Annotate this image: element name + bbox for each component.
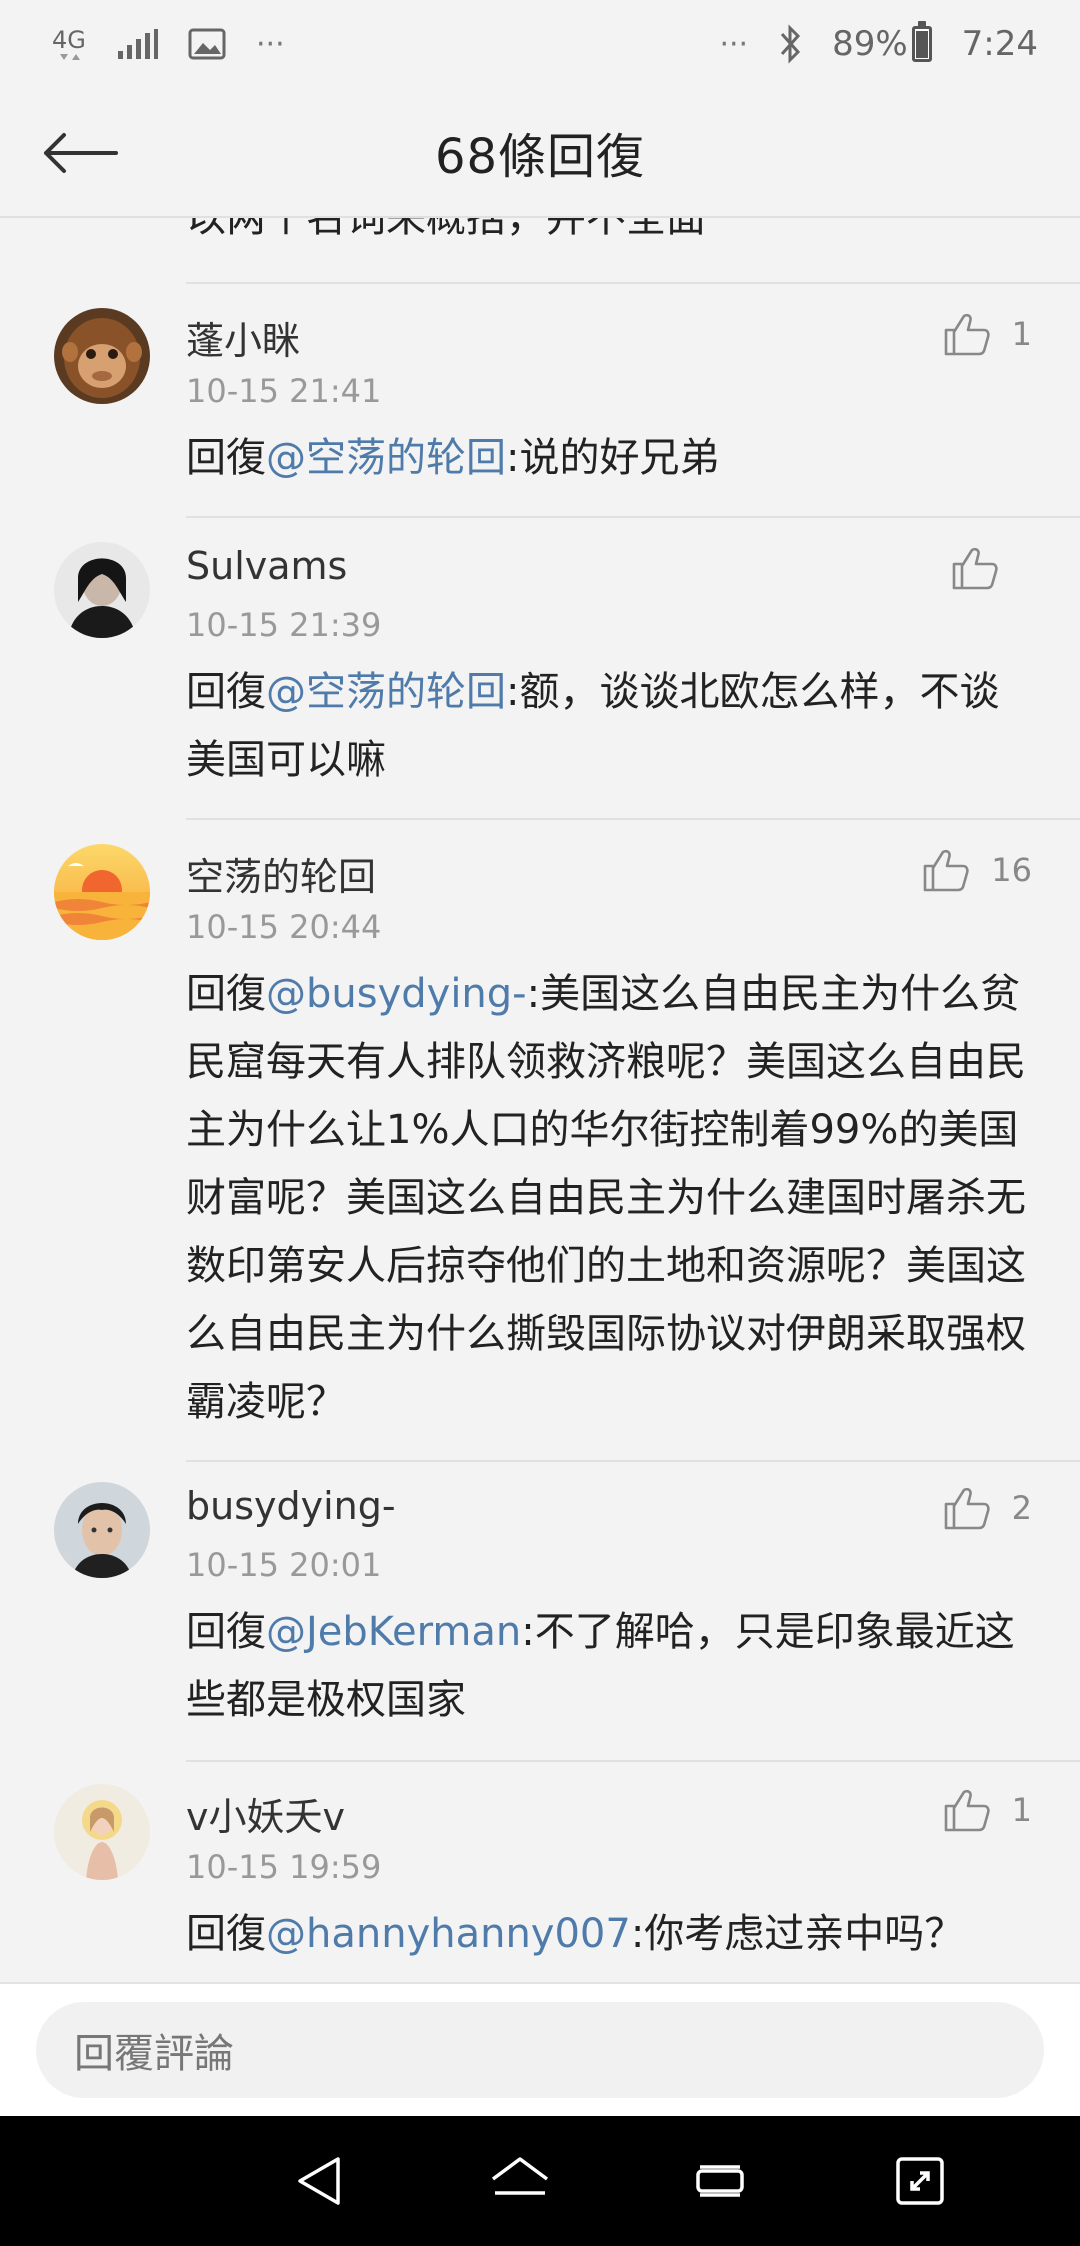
comment-username[interactable]: v小妖夭v — [186, 1786, 345, 1841]
nav-home-button[interactable] — [475, 2136, 565, 2226]
comment-body: 回復@JebKerman:不了解哈，只是印象最近这些都是极权国家 — [186, 1598, 1036, 1734]
like-count: 1 — [1011, 315, 1032, 353]
reply-prefix: 回復 — [186, 669, 266, 715]
avatar[interactable] — [54, 1482, 150, 1578]
comment-timestamp: 10-15 20:01 — [186, 1546, 382, 1584]
comment-text: :美国这么自由民主为什么贫民窟每天有人排队领救济粮呢？美国这么自由民主为什么让1… — [186, 971, 1026, 1425]
avatar[interactable] — [54, 844, 150, 940]
comment-text: :你考虑过亲中吗？ — [630, 1911, 965, 1957]
thumbs-up-icon — [952, 547, 998, 590]
comment-timestamp: 10-15 21:41 — [186, 372, 382, 410]
like-button[interactable] — [950, 546, 1020, 590]
status-right: ··· 89% 7:24 — [719, 21, 1038, 64]
like-button[interactable]: 1 — [942, 312, 1032, 356]
back-arrow-icon — [44, 133, 118, 173]
mention-link[interactable]: @JebKerman — [266, 1609, 521, 1655]
comment-timestamp: 10-15 19:59 — [186, 1848, 382, 1886]
battery-percent: 89% — [832, 24, 908, 64]
clock: 7:24 — [961, 24, 1038, 64]
expand-icon — [896, 2157, 944, 2205]
signal-icon — [118, 29, 158, 59]
network-4g-icon: 4G — [52, 24, 88, 64]
nav-back-button[interactable] — [275, 2136, 365, 2226]
comment-body: 回復@busydying-:美国这么自由民主为什么贫民窟每天有人排队领救济粮呢？… — [186, 960, 1036, 1436]
comment-item: 蓬小眯 10-15 21:41 1 回復@空荡的轮回:说的好兄弟 — [0, 284, 1080, 516]
bluetooth-icon — [778, 24, 802, 64]
comment-item: v小妖夭v 10-15 19:59 1 回復@hannyhanny007:你考虑… — [0, 1760, 1080, 1982]
battery-icon — [911, 21, 932, 62]
thumbs-up-icon — [944, 1487, 990, 1530]
mention-link[interactable]: @空荡的轮回 — [266, 669, 506, 715]
thumbs-up-icon — [944, 1789, 990, 1832]
like-count: 1 — [1011, 1791, 1032, 1829]
comment-body: 回復@hannyhanny007:你考虑过亲中吗？ — [186, 1900, 1036, 1968]
partial-comment-text: 以两个名词来概括，并不全面 — [186, 218, 706, 241]
reply-comment-input[interactable]: 回覆評論 — [36, 2002, 1044, 2098]
status-bar: 4G ··· ··· 89% 7:24 — [0, 0, 1080, 88]
nav-recents-icon — [696, 2165, 744, 2197]
reply-bar: 回覆評論 — [0, 1982, 1080, 2116]
reply-prefix: 回復 — [186, 1609, 266, 1655]
like-button[interactable]: 16 — [921, 848, 1032, 892]
comment-body: 回復@空荡的轮回:说的好兄弟 — [186, 424, 1036, 492]
comment-timestamp: 10-15 20:44 — [186, 908, 382, 946]
mention-link[interactable]: @hannyhanny007 — [266, 1911, 631, 1957]
mention-link[interactable]: @空荡的轮回 — [266, 435, 506, 481]
avatar[interactable] — [54, 1784, 150, 1880]
reply-prefix: 回復 — [186, 435, 266, 481]
comment-username[interactable]: Sulvams — [186, 544, 347, 588]
more-status-icon: ··· — [719, 26, 749, 62]
comment-item: busydying- 10-15 20:01 2 回復@JebKerman:不了… — [0, 1458, 1080, 1760]
system-navigation-bar — [0, 2116, 1080, 2246]
reply-prefix: 回復 — [186, 971, 266, 1017]
like-button[interactable]: 1 — [942, 1788, 1032, 1832]
svg-text:4G: 4G — [52, 26, 86, 54]
comment-username[interactable]: busydying- — [186, 1484, 396, 1528]
header: 68條回復 — [0, 88, 1080, 218]
comment-username[interactable]: 蓬小眯 — [186, 310, 300, 365]
thumbs-up-icon — [923, 849, 969, 892]
mention-link[interactable]: @busydying- — [266, 971, 527, 1017]
more-notifications-icon: ··· — [256, 26, 285, 62]
nav-home-icon — [491, 2157, 549, 2195]
like-button[interactable]: 2 — [942, 1486, 1032, 1530]
reply-prefix: 回復 — [186, 1911, 266, 1957]
avatar[interactable] — [54, 308, 150, 404]
page-title: 68條回復 — [434, 129, 646, 185]
battery-status: 89% — [832, 21, 932, 64]
comment-timestamp: 10-15 21:39 — [186, 606, 382, 644]
comment-text: :说的好兄弟 — [506, 435, 720, 481]
thumbs-up-icon — [944, 313, 990, 356]
nav-recents-button[interactable] — [675, 2136, 765, 2226]
comment-username[interactable]: 空荡的轮回 — [186, 846, 376, 901]
like-count: 2 — [1011, 1489, 1032, 1527]
comment-list[interactable]: 以两个名词来概括，并不全面 蓬小眯 10-15 21:41 1 回復@空荡的轮回… — [0, 218, 1080, 1982]
nav-back-icon — [298, 2157, 340, 2205]
image-notification-icon — [188, 28, 226, 60]
comment-body: 回復@空荡的轮回:额，谈谈北欧怎么样，不谈美国可以嘛 — [186, 658, 1036, 794]
status-left: 4G ··· — [52, 24, 285, 64]
comment-item: Sulvams 10-15 21:39 回復@空荡的轮回:额，谈谈北欧怎么样，不… — [0, 518, 1080, 814]
comment-item: 空荡的轮回 10-15 20:44 16 回復@busydying-:美国这么自… — [0, 820, 1080, 1478]
back-button[interactable] — [40, 118, 120, 188]
nav-expand-button[interactable] — [875, 2136, 965, 2226]
avatar[interactable] — [54, 542, 150, 638]
like-count: 16 — [991, 851, 1032, 889]
